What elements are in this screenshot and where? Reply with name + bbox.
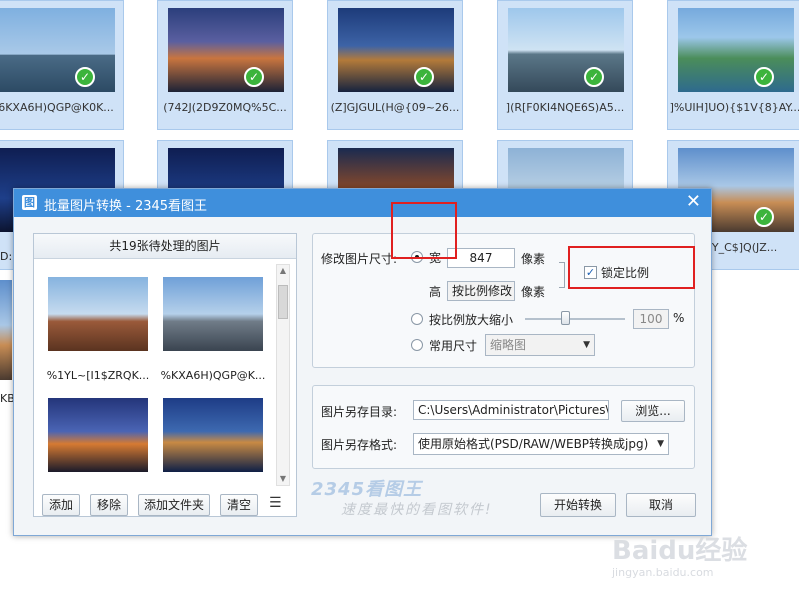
gallery-caption: 6KXA6H)QGP@K0K...: [0, 101, 114, 114]
output-settings-group: 图片另存目录: C:\Users\Administrator\Pictures\…: [312, 385, 695, 469]
selected-check-icon: ✓: [754, 207, 774, 227]
brand-slogan: 速度最快的看图软件!: [341, 502, 493, 518]
baidu-watermark: Baidu经验: [612, 536, 748, 566]
common-size-label: 常用尺寸: [429, 339, 478, 353]
common-size-select[interactable]: 缩略图 ▼: [485, 334, 595, 356]
scale-input[interactable]: 100: [633, 309, 669, 329]
dialog-title: 批量图片转换 - 2345看图王: [44, 199, 208, 214]
cancel-button[interactable]: 取消: [626, 493, 696, 517]
pending-images-panel: 共19张待处理的图片 %1YL~[I1$ZRQK... %KXA6H)QGP@K…: [33, 233, 297, 517]
common-size-radio[interactable]: [411, 339, 423, 351]
gallery-edge-label: D:: [0, 250, 13, 263]
scale-unit: %: [673, 311, 685, 325]
gallery-tile[interactable]: ✓ 6KXA6H)QGP@K0K...: [0, 0, 124, 130]
scale-label: 按比例放大缩小: [429, 313, 514, 327]
width-input[interactable]: 847: [447, 248, 515, 268]
gallery-tile[interactable]: ✓ (Z]GJGUL(H@{09~26...: [327, 0, 463, 130]
scale-radio[interactable]: [411, 313, 423, 325]
selected-check-icon: ✓: [244, 67, 264, 87]
gallery-thumbnail-partial: [0, 280, 12, 380]
resize-label: 修改图片尺寸:: [321, 252, 398, 266]
scale-slider-track[interactable]: [525, 318, 625, 320]
width-unit: 像素: [521, 252, 546, 266]
pending-image-thumbnail[interactable]: [48, 398, 148, 472]
height-unit: 像素: [521, 285, 546, 299]
selected-check-icon: ✓: [754, 67, 774, 87]
selected-check-icon: ✓: [584, 67, 604, 87]
output-format-label: 图片另存格式:: [321, 438, 398, 452]
output-dir-label: 图片另存目录:: [321, 405, 398, 419]
dialog-titlebar[interactable]: 图 批量图片转换 - 2345看图王 ✕: [14, 189, 711, 217]
clear-button[interactable]: 清空: [220, 494, 258, 516]
pending-image-caption: %KXA6H)QGP@K...: [160, 369, 266, 382]
gallery-thumbnail: [0, 8, 115, 92]
start-convert-button[interactable]: 开始转换: [540, 493, 616, 517]
brand-logo: 2345看图王: [311, 479, 423, 500]
height-label: 高: [429, 285, 442, 299]
browse-button[interactable]: 浏览...: [621, 400, 685, 422]
remove-button[interactable]: 移除: [90, 494, 128, 516]
lock-ratio-label: 锁定比例: [601, 266, 650, 280]
gallery-thumbnail: [168, 8, 284, 92]
height-input[interactable]: 按比例修改: [447, 281, 515, 301]
close-icon[interactable]: ✕: [686, 192, 701, 212]
resize-settings-group: 修改图片尺寸: 宽 847 像素 高 按比例修改 像素 ✓ 锁定比例 按比例放大…: [312, 233, 695, 368]
vertical-scrollbar[interactable]: ▲ ▼: [276, 264, 290, 486]
width-radio[interactable]: [411, 251, 423, 263]
add-folder-button[interactable]: 添加文件夹: [138, 494, 210, 516]
chevron-down-icon: ▼: [657, 439, 664, 449]
lock-ratio-bracket: [559, 262, 565, 288]
gallery-caption: ](R[F0KI4NQE6S)A5...: [505, 101, 625, 114]
output-dir-input[interactable]: C:\Users\Administrator\Pictures\: [413, 400, 609, 420]
app-icon: 图: [22, 195, 37, 210]
pending-image-thumbnail[interactable]: [163, 398, 263, 472]
scrollbar-thumb[interactable]: [278, 285, 288, 319]
selected-check-icon: ✓: [414, 67, 434, 87]
scroll-down-icon[interactable]: ▼: [277, 473, 289, 485]
add-button[interactable]: 添加: [42, 494, 80, 516]
common-size-value: 缩略图: [490, 338, 527, 352]
lock-ratio-checkbox[interactable]: ✓: [584, 266, 597, 279]
pending-image-thumbnail[interactable]: [48, 277, 148, 351]
pending-image-thumbnail[interactable]: [163, 277, 263, 351]
batch-convert-dialog: 图 批量图片转换 - 2345看图王 ✕ 共19张待处理的图片 %1YL~[I1…: [13, 188, 712, 536]
gallery-thumbnail: [508, 8, 624, 92]
output-format-select[interactable]: 使用原始格式(PSD/RAW/WEBP转换成jpg) ▼: [413, 433, 669, 455]
width-label: 宽: [429, 251, 442, 265]
gallery-tile[interactable]: ✓ ](R[F0KI4NQE6S)A5...: [497, 0, 633, 130]
gallery-caption: (742J(2D9Z0MQ%5C...: [163, 101, 287, 114]
scale-slider-knob[interactable]: [561, 311, 570, 325]
gallery-thumbnail: [338, 8, 454, 92]
gallery-tile[interactable]: ✓ ]%UIH]UO){$1V{8}AY...: [667, 0, 799, 130]
pending-images-header: 共19张待处理的图片: [34, 234, 296, 259]
gallery-caption: (Z]GJGUL(H@{09~26...: [330, 101, 460, 114]
gallery-tile[interactable]: ✓ (742J(2D9Z0MQ%5C...: [157, 0, 293, 130]
scroll-up-icon[interactable]: ▲: [277, 265, 289, 277]
chevron-down-icon: ▼: [583, 340, 590, 350]
gallery-caption: ]%UIH]UO){$1V{8}AY...: [669, 101, 799, 114]
pending-image-caption: %1YL~[I1$ZRQK...: [46, 369, 150, 382]
gallery-thumbnail: [678, 8, 794, 92]
output-format-value: 使用原始格式(PSD/RAW/WEBP转换成jpg): [418, 437, 649, 451]
selected-check-icon: ✓: [75, 67, 95, 87]
baidu-watermark-url: jingyan.baidu.com: [612, 566, 714, 579]
list-menu-icon[interactable]: ☰: [269, 495, 282, 511]
